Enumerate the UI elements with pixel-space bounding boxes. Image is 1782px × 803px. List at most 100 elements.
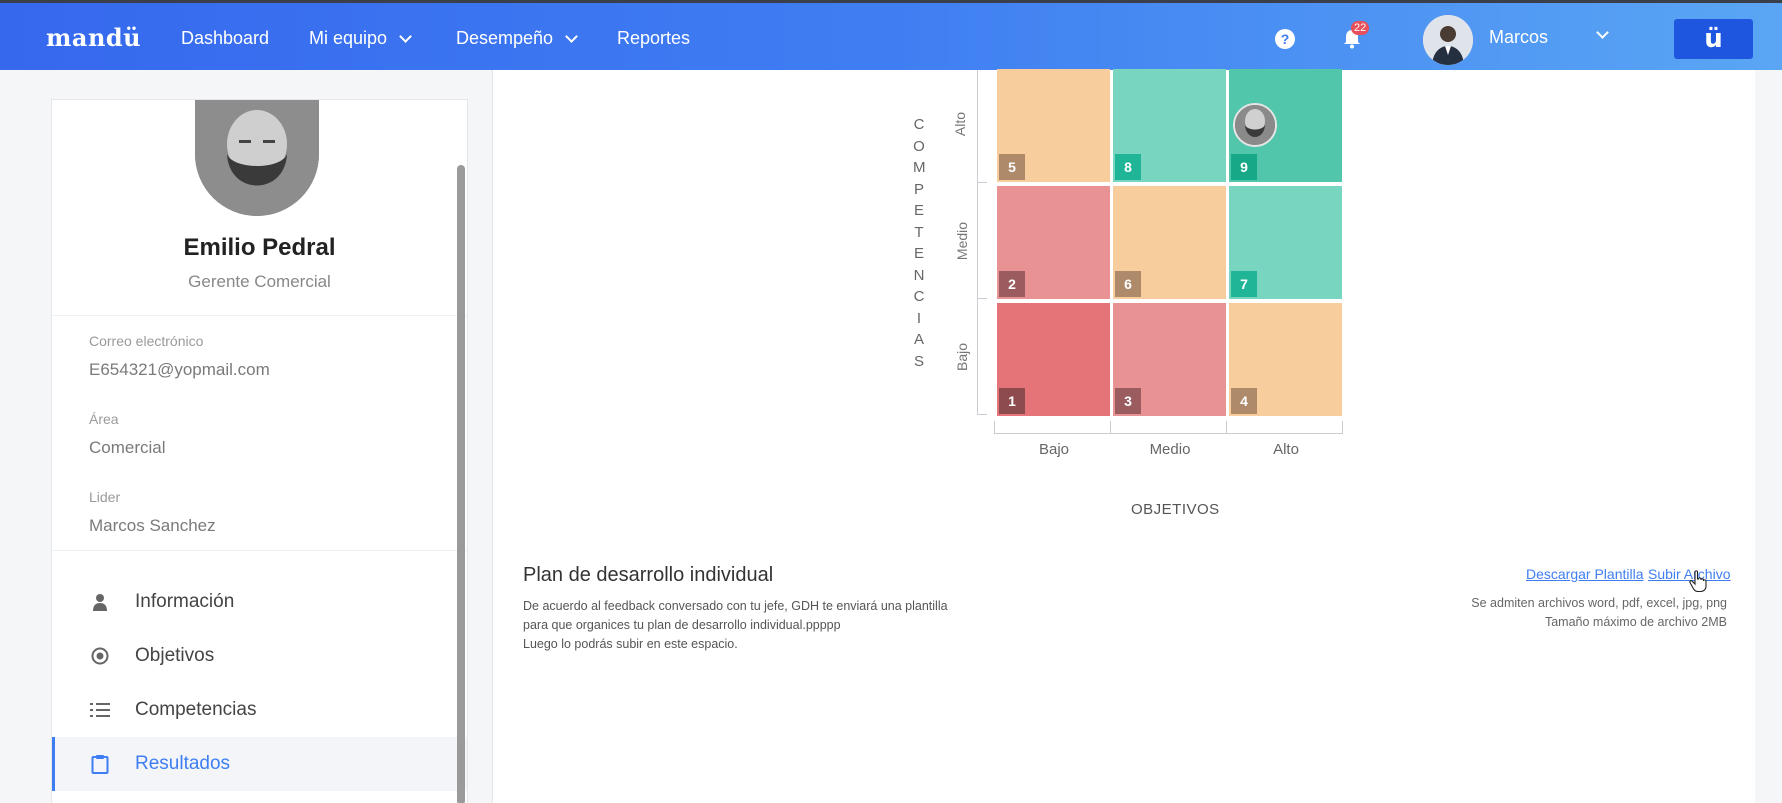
user-name[interactable]: Marcos: [1489, 27, 1548, 48]
x-axis-tick: [1342, 421, 1343, 433]
x-level-medio: Medio: [1149, 441, 1191, 458]
menu-item-objetivos[interactable]: Objetivos: [52, 629, 467, 683]
x-axis-tick: [994, 421, 995, 433]
x-axis-tick: [1110, 421, 1111, 433]
profile-role: Gerente Comercial: [188, 272, 331, 291]
notification-badge: 22: [1351, 21, 1370, 35]
y-level-medio: Medio: [954, 221, 971, 261]
area-value: Comercial: [89, 438, 166, 457]
nav-mi-equipo[interactable]: Mi equipo: [309, 28, 412, 49]
x-axis-tick: [1226, 421, 1227, 433]
hand-cursor-icon: [1689, 570, 1707, 592]
cell-number: 1: [999, 388, 1025, 414]
cell-number: 3: [1115, 388, 1141, 414]
ninebox-cell-2[interactable]: 2: [997, 186, 1110, 299]
brand-button[interactable]: ü: [1674, 19, 1753, 59]
x-axis-title: OBJETIVOS: [1131, 501, 1220, 518]
profile-photo-image: [195, 100, 319, 216]
cell-number: 9: [1231, 154, 1257, 180]
profile-photo: [195, 100, 319, 216]
user-avatar[interactable]: [1423, 15, 1473, 65]
email-label: Correo electrónico: [89, 333, 204, 349]
y-axis-title-letter: I: [916, 309, 922, 327]
x-level-bajo: Bajo: [1038, 441, 1070, 458]
app-logo[interactable]: mandü: [46, 23, 141, 52]
profile-sidebar: Emilio Pedral Gerente Comercial Correo e…: [51, 99, 468, 803]
menu-item-resultados[interactable]: Resultados: [52, 737, 467, 791]
y-level-bajo: Bajo: [954, 342, 971, 372]
ninebox-cell-3[interactable]: 3: [1113, 303, 1226, 416]
divider: [52, 315, 467, 316]
menu-item-informacion[interactable]: Información: [52, 575, 467, 629]
y-axis-tick: [977, 414, 987, 415]
cell-number: 7: [1231, 271, 1257, 297]
ninebox-cell-7[interactable]: 7: [1229, 186, 1342, 299]
plan-description-line: De acuerdo al feedback conversado con tu…: [523, 599, 948, 613]
divider: [52, 550, 467, 551]
employee-avatar-image: [1235, 105, 1275, 145]
ninebox-cell-5[interactable]: 5: [997, 69, 1110, 182]
y-axis-title-letter: P: [913, 180, 924, 198]
person-icon: [90, 592, 110, 612]
y-axis-title-letter: S: [913, 352, 924, 370]
y-axis-title-letter: O: [913, 137, 925, 155]
menu-item-label: Resultados: [135, 753, 231, 774]
menu-item-label: Objetivos: [135, 645, 215, 666]
list-icon: [90, 700, 110, 720]
nav-reportes[interactable]: Reportes: [617, 28, 690, 49]
y-axis-title-letter: N: [913, 266, 925, 284]
x-level-alto: Alto: [1273, 441, 1299, 458]
nav-desempeno[interactable]: Desempeño: [456, 28, 578, 49]
download-template-link[interactable]: Descargar Plantilla: [1526, 566, 1644, 582]
nav-dashboard-label: Dashboard: [181, 28, 270, 48]
y-axis-title-letter: T: [914, 223, 924, 241]
chevron-down-icon[interactable]: [1596, 26, 1609, 39]
y-axis-title-letter: A: [913, 331, 924, 348]
ninebox-cell-6[interactable]: 6: [1113, 186, 1226, 299]
y-level-alto: Alto: [952, 111, 969, 137]
menu-item-label: Información: [135, 591, 235, 612]
plan-description-line: Luego lo podrás subir en este espacio.: [523, 637, 738, 651]
leader-value: Marcos Sanchez: [89, 516, 216, 535]
ninebox-cell-8[interactable]: 8: [1113, 69, 1226, 182]
menu-item-competencias[interactable]: Competencias: [52, 683, 467, 737]
employee-avatar[interactable]: [1233, 103, 1277, 147]
plan-title: Plan de desarrollo individual: [523, 564, 774, 586]
nav-reportes-label: Reportes: [617, 28, 691, 48]
notifications-button[interactable]: 22: [1341, 21, 1370, 51]
area-label: Área: [89, 411, 119, 427]
plan-description: De acuerdo al feedback conversado con tu…: [523, 597, 993, 654]
top-navbar: mandü Dashboard Mi equipo Desempeño Repo…: [0, 0, 1782, 70]
y-axis-title-letter: C: [913, 288, 925, 305]
y-axis-title-letter: M: [913, 159, 926, 176]
cell-number: 8: [1115, 154, 1141, 180]
chevron-down-icon: [399, 29, 412, 43]
sidebar-scrollbar[interactable]: [457, 165, 465, 803]
x-axis-line: [994, 433, 1343, 434]
cell-number: 2: [999, 271, 1025, 297]
max-size-note: Tamaño máximo de archivo 2MB: [1544, 615, 1727, 629]
plan-description-line: para que organices tu plan de desarrollo…: [523, 618, 841, 632]
y-axis-tick: [977, 298, 987, 299]
nav-desempeno-label: Desempeño: [456, 28, 554, 48]
chevron-down-icon: [565, 29, 578, 43]
leader-label: Lider: [89, 489, 121, 505]
cell-number: 6: [1115, 271, 1141, 297]
y-axis-title-letter: C: [913, 116, 925, 133]
y-axis-tick: [977, 182, 987, 183]
profile-name: Emilio Pedral: [183, 234, 336, 261]
target-icon: [90, 646, 110, 666]
cell-number: 4: [1231, 388, 1257, 414]
menu-item-label: Competencias: [135, 699, 257, 720]
ninebox-cell-4[interactable]: 4: [1229, 303, 1342, 416]
help-icon[interactable]: ?: [1275, 29, 1295, 49]
y-axis-title-letter: E: [913, 202, 924, 219]
clipboard-icon: [90, 754, 110, 774]
user-avatar-image: [1423, 15, 1473, 65]
nav-dashboard[interactable]: Dashboard: [181, 28, 269, 49]
allowed-formats-note: Se admiten archivos word, pdf, excel, jp…: [1471, 596, 1727, 610]
cell-number: 5: [999, 154, 1025, 180]
ninebox-cell-9[interactable]: 9: [1229, 69, 1342, 182]
ninebox-cell-1[interactable]: 1: [997, 303, 1110, 416]
y-axis-title-letter: E: [913, 245, 924, 262]
